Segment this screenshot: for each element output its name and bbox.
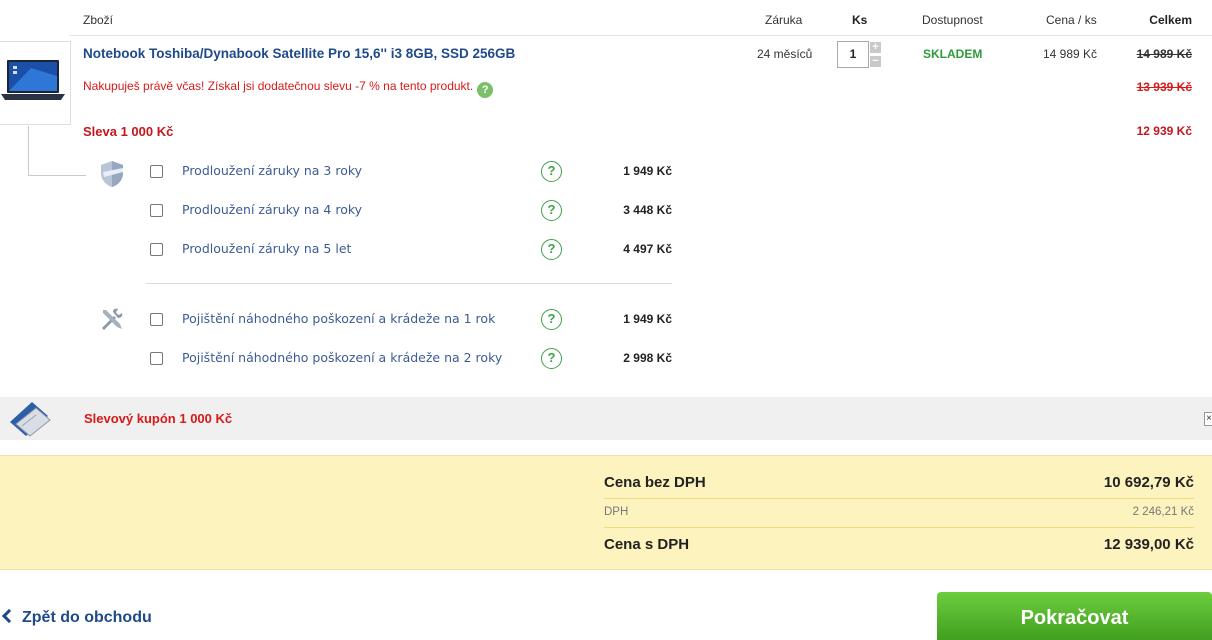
- insurance-option: Pojištění náhodného poškození a krádeže …: [150, 348, 672, 370]
- summary-value: 2 246,21 Kč: [1132, 506, 1194, 518]
- product-warranty: 24 měsíců: [757, 47, 813, 61]
- help-icon[interactable]: ?: [541, 200, 562, 221]
- discount-label: Sleva 1 000 Kč: [83, 124, 174, 139]
- warranty-option-label[interactable]: Prodloužení záruky na 3 roky: [182, 163, 362, 178]
- coupon-label: Slevový kupón 1 000 Kč: [84, 411, 233, 426]
- unit-price: 14 989 Kč: [1043, 47, 1098, 61]
- warranty-option-price: 3 448 Kč: [623, 203, 672, 217]
- chevron-left-icon: [1, 608, 17, 624]
- tree-connector: [28, 126, 29, 175]
- col-header-qty: Ks: [852, 13, 868, 27]
- discount-total-price: 12 939 Kč: [1136, 124, 1192, 138]
- header-divider: [70, 35, 1212, 36]
- insurance-option-price: 2 998 Kč: [623, 351, 672, 365]
- tree-connector: [28, 175, 86, 176]
- warranty-option: Prodloužení záruky na 3 roky ? 1 949 Kč: [150, 161, 672, 183]
- summary-label: Cena bez DPH: [604, 474, 706, 491]
- summary-label: Cena s DPH: [604, 536, 690, 553]
- summary-value: 12 939,00 Kč: [1103, 536, 1194, 553]
- col-header-availability: Dostupnost: [922, 13, 983, 27]
- product-thumbnail[interactable]: [0, 41, 71, 125]
- shield-icon: [99, 160, 125, 193]
- insurance-option-price: 1 949 Kč: [623, 312, 672, 326]
- options-divider: [146, 283, 672, 284]
- quantity-input[interactable]: 1: [837, 41, 869, 68]
- insurance-checkbox[interactable]: [150, 313, 163, 326]
- close-icon[interactable]: ×: [1204, 412, 1212, 426]
- warranty-checkbox[interactable]: [150, 165, 163, 178]
- total-promo-price: 13 939 Kč: [1136, 80, 1192, 94]
- continue-button[interactable]: Pokračovat: [937, 592, 1212, 640]
- col-header-goods: Zboží: [83, 13, 114, 27]
- qty-minus-button[interactable]: −: [870, 56, 881, 67]
- insurance-option-label[interactable]: Pojištění náhodného poškození a krádeže …: [182, 350, 502, 365]
- back-label: Zpět do obchodu: [22, 609, 152, 626]
- warranty-option: Prodloužení záruky na 5 let ? 4 497 Kč: [150, 239, 672, 261]
- total-original-price: 14 989 Kč: [1136, 47, 1192, 61]
- tools-icon: [99, 307, 125, 338]
- product-name-link[interactable]: Notebook Toshiba/Dynabook Satellite Pro …: [83, 46, 515, 61]
- coupon-icon: [6, 400, 52, 443]
- availability-badge: SKLADEM: [923, 47, 983, 61]
- warranty-option-label[interactable]: Prodloužení záruky na 5 let: [182, 241, 351, 256]
- help-icon[interactable]: ?: [541, 309, 562, 330]
- warranty-option-price: 1 949 Kč: [623, 164, 672, 178]
- col-header-total: Celkem: [1149, 13, 1192, 27]
- warranty-option-price: 4 497 Kč: [623, 242, 672, 256]
- laptop-icon: [1, 60, 65, 100]
- insurance-checkbox[interactable]: [150, 352, 163, 365]
- promo-message: Nakupuješ právě včas! Získal jsi dodateč…: [83, 79, 494, 98]
- help-icon[interactable]: ?: [477, 82, 494, 98]
- qty-plus-button[interactable]: +: [870, 42, 881, 53]
- warranty-option-label[interactable]: Prodloužení záruky na 4 roky: [182, 202, 362, 217]
- warranty-option: Prodloužení záruky na 4 roky ? 3 448 Kč: [150, 200, 672, 222]
- warranty-checkbox[interactable]: [150, 243, 163, 256]
- summary-value: 10 692,79 Kč: [1103, 474, 1194, 491]
- help-icon[interactable]: ?: [541, 239, 562, 260]
- back-to-shop-link[interactable]: Zpět do obchodu: [0, 608, 152, 627]
- insurance-option-label[interactable]: Pojištění náhodného poškození a krádeže …: [182, 311, 495, 326]
- summary-divider: [604, 527, 1194, 528]
- insurance-option: Pojištění náhodného poškození a krádeže …: [150, 309, 672, 331]
- summary-label: DPH: [604, 506, 629, 518]
- promo-text: Nakupuješ právě včas! Získal jsi dodateč…: [83, 79, 474, 93]
- coupon-row: Slevový kupón 1 000 Kč ×: [0, 397, 1212, 440]
- col-header-unit-price: Cena / ks: [1046, 13, 1097, 27]
- help-icon[interactable]: ?: [541, 348, 562, 369]
- help-icon[interactable]: ?: [541, 161, 562, 182]
- col-header-warranty: Záruka: [765, 13, 803, 27]
- summary-divider: [604, 498, 1194, 499]
- warranty-checkbox[interactable]: [150, 204, 163, 217]
